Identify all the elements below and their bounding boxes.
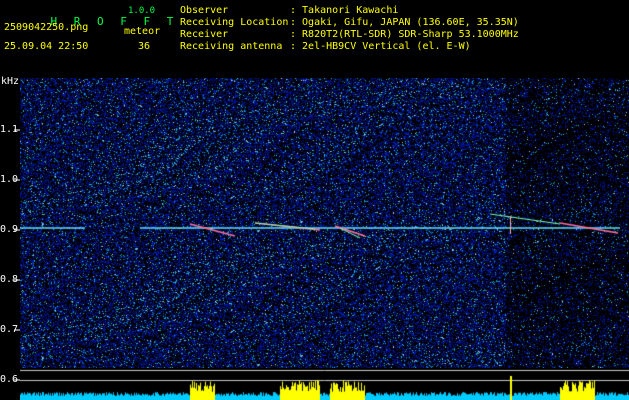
antenna-label: Receiving antenna	[180, 41, 283, 52]
meteor-label: meteor	[124, 26, 161, 37]
spectrogram-canvas	[20, 78, 629, 368]
app-version: 1.0.0	[128, 6, 156, 16]
date-time: 25.09.04 22:50	[4, 41, 89, 52]
hroffft-window: H R O F F T 1.0.0 2509042250.png meteor …	[0, 0, 629, 400]
location-value: : Ogaki, Gifu, JAPAN (136.60E, 35.35N)	[290, 17, 519, 28]
file-name: 2509042250.png	[4, 22, 89, 33]
receiver-label: Receiver	[180, 29, 229, 40]
observer-label: Observer	[180, 5, 229, 16]
signal-level-strip	[20, 368, 629, 400]
receiver-value: : R820T2(RTL-SDR) SDR-Sharp 53.1000MHz	[290, 29, 519, 40]
location-label: Receiving Location	[180, 17, 289, 28]
observer-value: : Takanori Kawachi	[290, 5, 399, 16]
meteor-count: 36	[138, 41, 151, 52]
y-axis-ticks	[14, 129, 20, 381]
antenna-value: : 2el-HB9CV Vertical (el. E-W)	[290, 41, 471, 52]
